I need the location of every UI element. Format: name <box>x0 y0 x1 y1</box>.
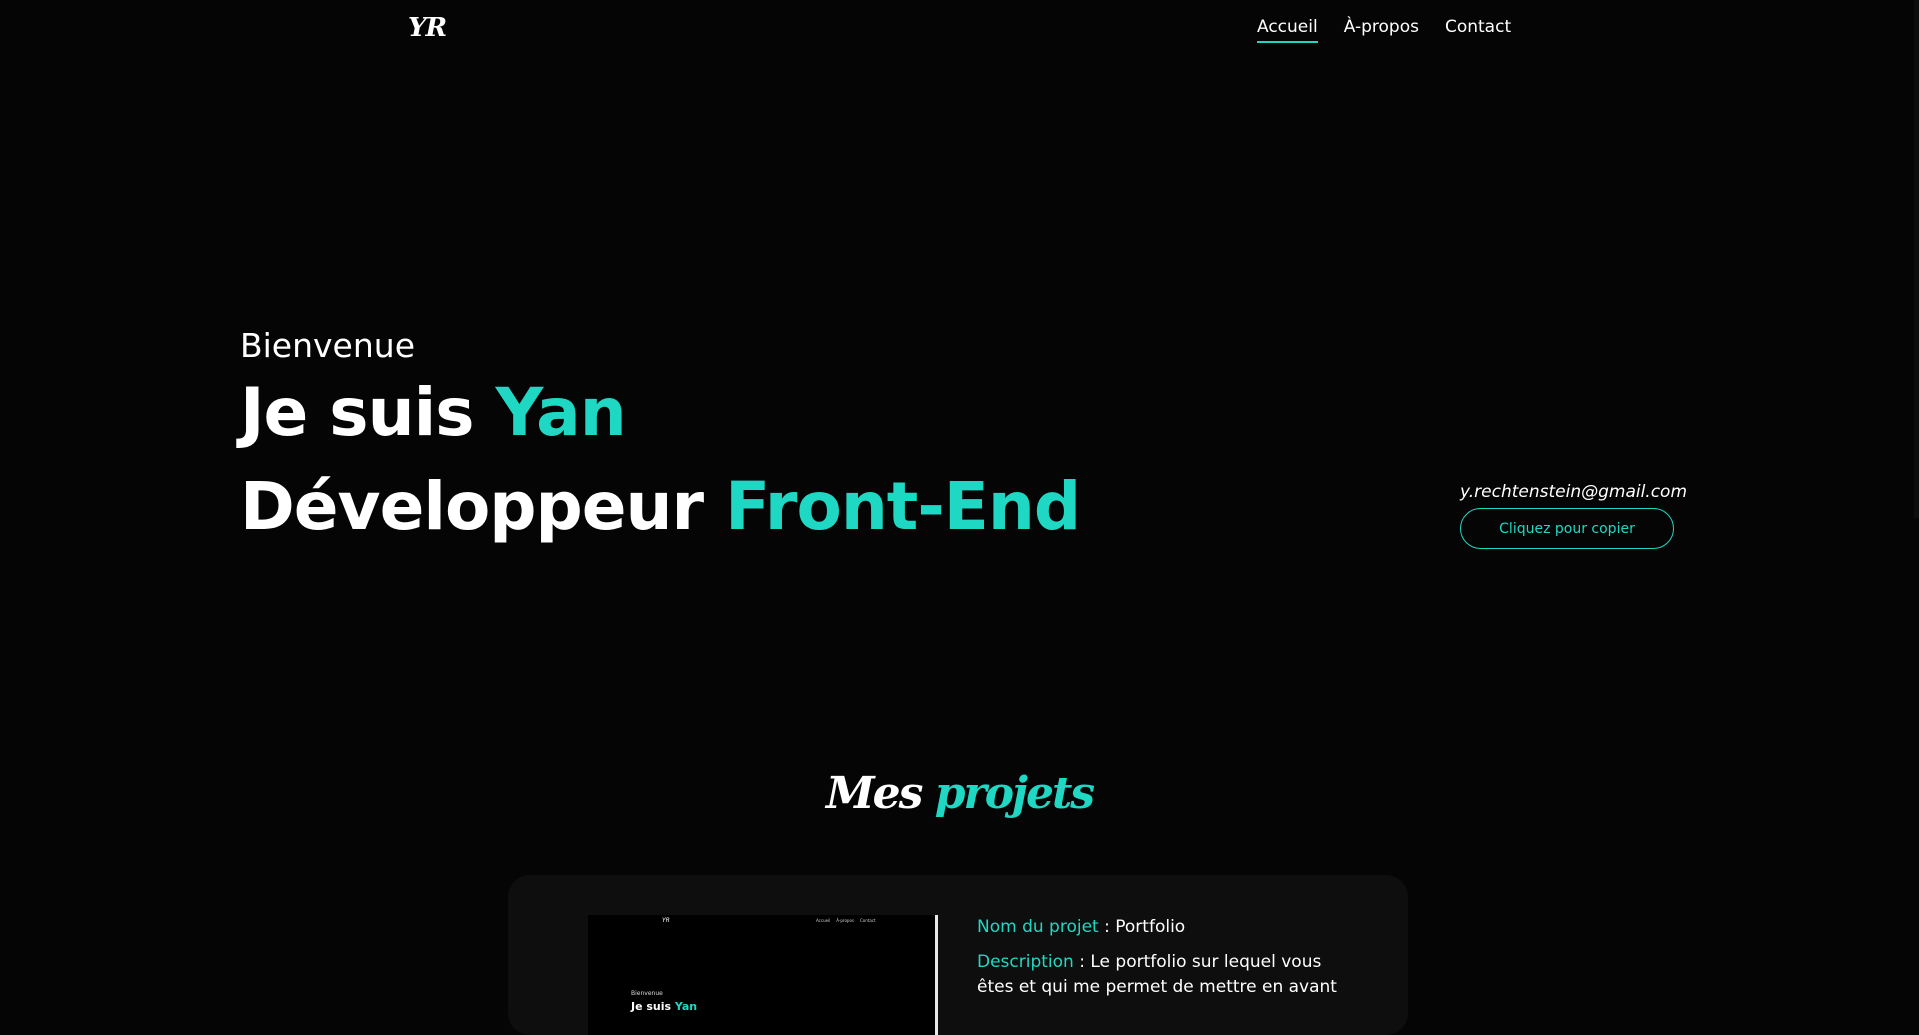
project-description-row: Description : Le portfolio sur lequel vo… <box>977 952 1337 997</box>
project-name-label: Nom du projet <box>977 917 1099 937</box>
project-name-row: Nom du projet : Portfolio <box>977 917 1186 937</box>
site-logo[interactable]: YR <box>408 13 447 43</box>
hero-role-prefix: Développeur <box>240 468 726 545</box>
contact-email: y.rechtenstein@gmail.com <box>1460 482 1688 502</box>
projects-title-word2: projets <box>934 768 1095 819</box>
hero-role-heading: Développeur Front-End <box>240 460 1081 554</box>
hero-name-heading: Je suis Yan <box>240 366 1080 460</box>
nav-link-accueil[interactable]: Accueil <box>1257 17 1318 43</box>
projects-section-title: Mes projets <box>0 768 1919 819</box>
hero-name-prefix: Je suis <box>240 374 496 451</box>
email-copy-block: y.rechtenstein@gmail.com Cliquez pour co… <box>1460 482 1688 549</box>
project-thumbnail[interactable]: YR Accueil À-propos Contact Bienvenue Je… <box>588 915 938 1035</box>
thumbnail-nav: Accueil À-propos Contact <box>816 918 876 923</box>
copy-email-button[interactable]: Cliquez pour copier <box>1460 508 1674 549</box>
project-name-value: Portfolio <box>1115 917 1186 937</box>
projects-title-word1: Mes <box>825 768 923 819</box>
project-description-label: Description <box>977 952 1074 972</box>
hero-name-accent: Yan <box>495 374 626 451</box>
project-card: YR Accueil À-propos Contact Bienvenue Je… <box>508 875 1408 1035</box>
scrollbar[interactable] <box>1914 0 1919 518</box>
hero-welcome-text: Bienvenue <box>240 326 415 365</box>
nav-link-contact[interactable]: Contact <box>1445 17 1511 43</box>
thumbnail-nav-item: À-propos <box>836 918 855 923</box>
thumbnail-welcome: Bienvenue <box>631 990 663 997</box>
main-nav: Accueil À-propos Contact <box>1257 17 1511 43</box>
hero-role-accent: Front-End <box>725 468 1081 545</box>
thumbnail-logo: YR <box>662 917 670 924</box>
thumbnail-nav-item: Contact <box>860 918 876 923</box>
thumbnail-heading: Je suis Yan <box>631 1000 697 1013</box>
top-navigation-bar: YR Accueil À-propos Contact <box>0 0 1919 60</box>
nav-link-a-propos[interactable]: À-propos <box>1344 17 1419 43</box>
hero-section: Bienvenue Je suis Yan Développeur Front-… <box>240 326 1081 554</box>
project-info: Nom du projet : Portfolio Description : … <box>977 915 1337 1010</box>
thumbnail-nav-item: Accueil <box>816 918 831 923</box>
thumbnail-heading-prefix: Je suis <box>631 1000 675 1013</box>
thumbnail-heading-accent: Yan <box>674 1000 698 1013</box>
